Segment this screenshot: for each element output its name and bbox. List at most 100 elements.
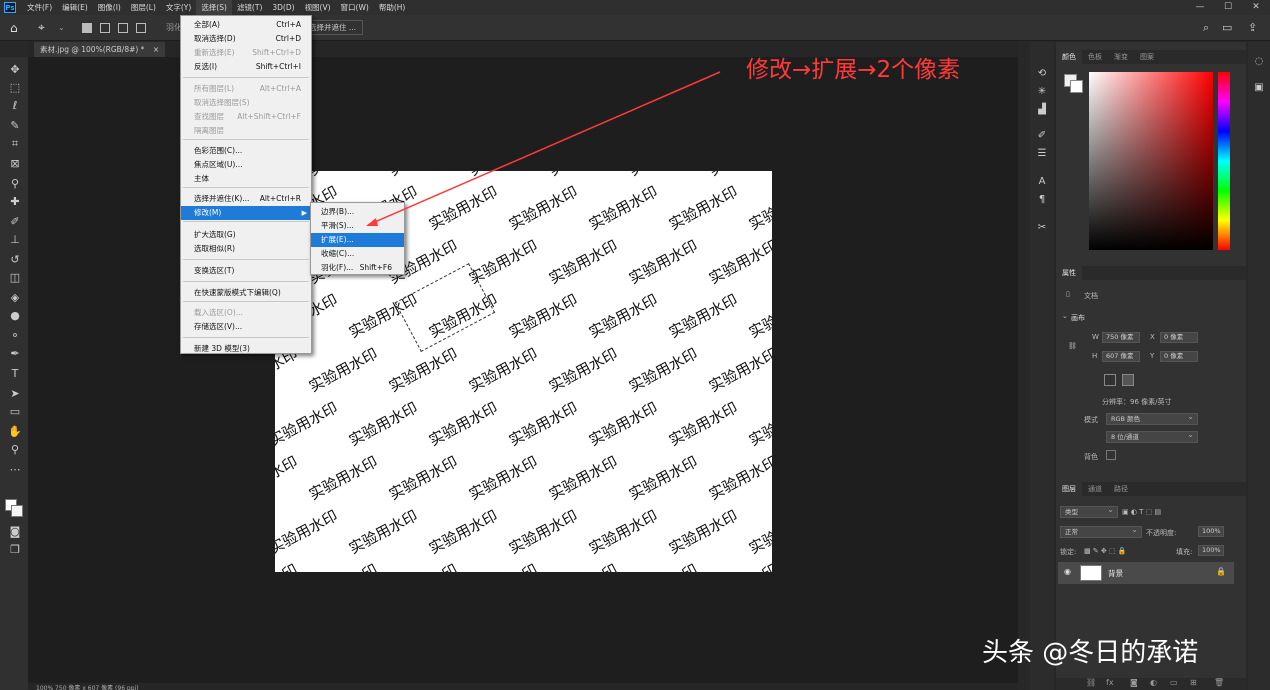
menu-item[interactable]: 滤镜(T): [232, 0, 267, 15]
panel-tab[interactable]: 通道: [1082, 482, 1108, 496]
workspace-icon[interactable]: ▭: [1222, 21, 1232, 34]
hue-slider[interactable]: [1218, 72, 1230, 250]
paint-bucket-icon[interactable]: ◈: [8, 291, 22, 305]
brush-tool-icon[interactable]: ✐: [8, 215, 22, 229]
lasso-tool-icon[interactable]: ⌖: [38, 20, 45, 35]
select-menu-item[interactable]: 在快速蒙版模式下编辑(Q): [181, 286, 311, 300]
select-menu-item[interactable]: 取消选择(D) Ctrl+D: [181, 32, 311, 46]
shape-tool-icon[interactable]: ▭: [8, 405, 22, 419]
layer-kind-filter[interactable]: 类型: [1060, 505, 1118, 518]
fill-field[interactable]: 100%: [1198, 545, 1224, 556]
menu-item[interactable]: 图层(L): [126, 0, 161, 15]
add-selection-icon[interactable]: [100, 23, 110, 33]
sliders-icon[interactable]: ☰: [1035, 148, 1049, 159]
select-menu-item[interactable]: 全部(A) Ctrl+A: [181, 18, 311, 32]
zoom-tool-icon[interactable]: ⚲: [8, 443, 22, 457]
character-icon[interactable]: A: [1035, 176, 1049, 187]
brush-settings-icon[interactable]: ✐: [1035, 130, 1049, 141]
document-tab[interactable]: 素材.jpg @ 100%(RGB/8#) * ×: [34, 42, 166, 57]
adjustments-icon[interactable]: ✳: [1035, 86, 1049, 97]
tab-properties[interactable]: 属性: [1056, 266, 1082, 280]
new-selection-icon[interactable]: [82, 23, 92, 33]
select-menu-item[interactable]: 存储选区(V)...: [181, 320, 311, 334]
select-menu-item[interactable]: 扩大选取(G): [181, 228, 311, 242]
bg-color-chip[interactable]: [1070, 80, 1083, 93]
eyedropper-tool-icon[interactable]: ⚲: [8, 177, 22, 191]
type-tool-icon[interactable]: T: [8, 367, 22, 381]
subtract-selection-icon[interactable]: [118, 23, 128, 33]
more-tools-icon[interactable]: ⋯: [8, 463, 22, 477]
eye-icon[interactable]: ◉: [1064, 567, 1071, 576]
close-icon[interactable]: ✕: [1242, 0, 1270, 15]
background-color-swatch[interactable]: [11, 505, 23, 517]
frame-tool-icon[interactable]: ⊠: [8, 157, 22, 171]
height-field[interactable]: 607 像素: [1102, 351, 1140, 362]
blur-tool-icon[interactable]: ●: [8, 309, 22, 323]
move-tool-icon[interactable]: ✥: [8, 63, 22, 77]
filter-icons[interactable]: ▣ ◐ T ⬚ ▤: [1122, 508, 1161, 516]
maximize-icon[interactable]: ☐: [1214, 0, 1242, 15]
select-menu-item[interactable]: 反选(I) Shift+Ctrl+I: [181, 60, 311, 74]
menu-item[interactable]: 3D(D): [267, 0, 299, 15]
pen-tool-icon[interactable]: ✒: [8, 347, 22, 361]
x-field[interactable]: 0 像素: [1160, 332, 1198, 343]
menu-item[interactable]: 选择(S): [196, 0, 232, 15]
panel-tab[interactable]: 色板: [1082, 50, 1108, 64]
fx-icon[interactable]: fx: [1106, 678, 1114, 687]
menu-item[interactable]: 帮助(H): [374, 0, 411, 15]
stamp-tool-icon[interactable]: ⊥: [8, 233, 22, 247]
tab-close-icon[interactable]: ×: [153, 45, 159, 54]
select-menu-item[interactable]: 新建 3D 模型(3): [181, 342, 311, 356]
y-field[interactable]: 0 像素: [1160, 351, 1198, 362]
chevron-down-icon[interactable]: ⌄: [58, 23, 65, 32]
new-layer-icon[interactable]: ⊞: [1190, 678, 1197, 687]
modify-submenu-item[interactable]: 收缩(C)...: [311, 247, 404, 261]
panel-tab[interactable]: 图层: [1056, 482, 1082, 496]
dodge-tool-icon[interactable]: ⚬: [8, 329, 22, 343]
menu-item[interactable]: 图像(I): [93, 0, 126, 15]
group-icon[interactable]: ▭: [1170, 678, 1178, 687]
modify-submenu-item[interactable]: 平滑(S)...: [311, 219, 404, 233]
landscape-orientation-icon[interactable]: [1122, 374, 1134, 386]
healing-brush-icon[interactable]: ✚: [8, 195, 22, 209]
chevron-down-icon[interactable]: ⌄: [1062, 312, 1068, 320]
adjustment-layer-icon[interactable]: ◐: [1150, 678, 1157, 687]
panel-tab[interactable]: 颜色: [1056, 50, 1082, 64]
libraries-icon[interactable]: ▣: [1252, 82, 1266, 93]
bg-swatch[interactable]: [1106, 450, 1116, 460]
modify-submenu-item[interactable]: 羽化(F)... Shift+F6: [311, 261, 404, 275]
hand-tool-icon[interactable]: ✋: [8, 425, 22, 439]
panel-tab[interactable]: 渐变: [1108, 50, 1134, 64]
modify-submenu-item[interactable]: 边界(B)...: [311, 205, 404, 219]
crop-tool-icon[interactable]: ⌗: [8, 137, 22, 151]
menu-item[interactable]: 窗口(W): [336, 0, 374, 15]
histogram-icon[interactable]: ▟: [1035, 104, 1049, 115]
select-menu-item[interactable]: 修改(M) ▶: [181, 206, 311, 220]
quick-select-tool-icon[interactable]: ✎: [8, 119, 22, 133]
search-icon[interactable]: ⌕: [1203, 21, 1209, 35]
link-layers-icon[interactable]: ⛓: [1086, 678, 1096, 687]
history-icon[interactable]: ⟲: [1035, 68, 1049, 79]
color-picker-field[interactable]: [1089, 72, 1213, 250]
select-menu-item[interactable]: 主体: [181, 172, 311, 186]
width-field[interactable]: 750 像素: [1102, 332, 1140, 343]
trash-icon[interactable]: 🗑: [1214, 678, 1224, 687]
quick-mask-icon[interactable]: ◙: [8, 525, 22, 539]
learn-icon[interactable]: ◌: [1252, 56, 1266, 67]
blend-mode-select[interactable]: 正常: [1060, 525, 1142, 538]
menu-item[interactable]: 文件(F): [22, 0, 57, 15]
color-mode-select[interactable]: RGB 颜色: [1106, 412, 1198, 425]
lasso-tool-icon[interactable]: ℓ: [8, 99, 22, 113]
select-menu-item[interactable]: 色彩范围(C)...: [181, 144, 311, 158]
select-menu-item[interactable]: 选取相似(R): [181, 242, 311, 256]
minimize-icon[interactable]: —: [1186, 0, 1214, 15]
menu-item[interactable]: 视图(V): [300, 0, 336, 15]
menu-item[interactable]: 编辑(E): [57, 0, 93, 15]
bit-depth-select[interactable]: 8 位/通道: [1106, 430, 1198, 443]
eraser-tool-icon[interactable]: ◫: [8, 271, 22, 285]
tools-preset-icon[interactable]: ✂: [1035, 222, 1049, 233]
link-icon[interactable]: ⛓: [1068, 342, 1077, 350]
intersect-selection-icon[interactable]: [136, 23, 146, 33]
path-select-icon[interactable]: ➤: [8, 387, 22, 401]
paragraph-icon[interactable]: ¶: [1035, 194, 1049, 205]
